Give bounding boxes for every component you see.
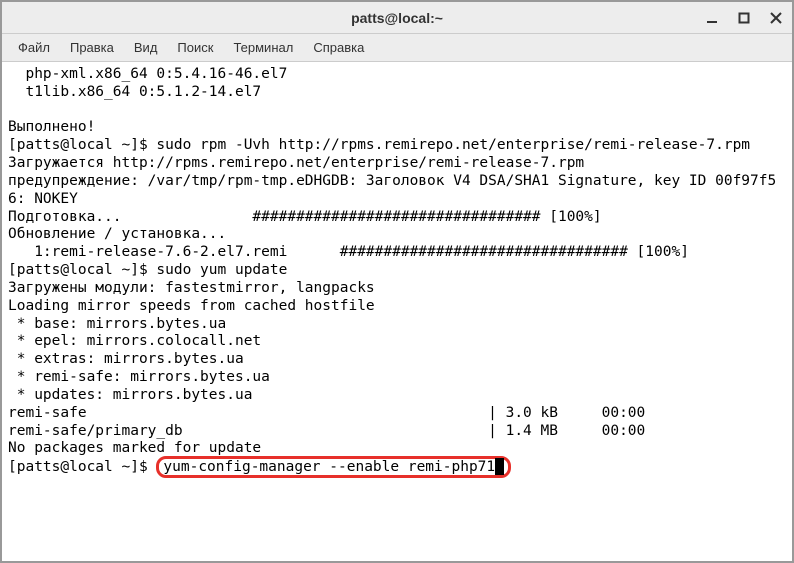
terminal-line: Обновление / установка...: [8, 226, 226, 242]
terminal-line: Подготовка... ##########################…: [8, 209, 602, 225]
terminal-line: * epel: mirrors.colocall.net: [8, 333, 261, 349]
minimize-button[interactable]: [704, 10, 720, 26]
terminal-line: [patts@local ~]$ sudo rpm -Uvh http://rp…: [8, 137, 750, 153]
terminal-line: Loading mirror speeds from cached hostfi…: [8, 298, 375, 314]
close-icon: [770, 12, 782, 24]
menu-view[interactable]: Вид: [126, 36, 166, 59]
close-button[interactable]: [768, 10, 784, 26]
terminal-line: No packages marked for update: [8, 440, 261, 456]
terminal-prompt: [patts@local ~]$: [8, 459, 156, 475]
highlighted-command: yum-config-manager --enable remi-php71: [156, 456, 511, 478]
command-text: yum-config-manager --enable remi-php71: [163, 459, 495, 475]
titlebar: patts@local:~: [2, 2, 792, 34]
terminal-line: Загружены модули: fastestmirror, langpac…: [8, 280, 375, 296]
terminal-line: [patts@local ~]$ sudo yum update: [8, 262, 287, 278]
window-title: patts@local:~: [351, 10, 443, 26]
terminal-line: remi-safe | 3.0 kB 00:00: [8, 405, 645, 421]
terminal-line: php-xml.x86_64 0:5.4.16-46.el7: [8, 66, 287, 82]
terminal-line: t1lib.x86_64 0:5.1.2-14.el7: [8, 84, 261, 100]
terminal-line: * extras: mirrors.bytes.ua: [8, 351, 244, 367]
menu-edit[interactable]: Правка: [62, 36, 122, 59]
terminal-line: * remi-safe: mirrors.bytes.ua: [8, 369, 270, 385]
terminal-line: 1:remi-release-7.6-2.el7.remi ##########…: [8, 244, 689, 260]
cursor: [495, 458, 504, 475]
terminal-output[interactable]: php-xml.x86_64 0:5.4.16-46.el7 t1lib.x86…: [2, 62, 792, 561]
maximize-icon: [738, 12, 750, 24]
terminal-line: предупреждение: /var/tmp/rpm-tmp.eDHGDB:…: [8, 173, 776, 207]
minimize-icon: [706, 12, 718, 24]
menu-terminal[interactable]: Терминал: [225, 36, 301, 59]
menu-help[interactable]: Справка: [305, 36, 372, 59]
menu-search[interactable]: Поиск: [169, 36, 221, 59]
terminal-line: * base: mirrors.bytes.ua: [8, 316, 226, 332]
maximize-button[interactable]: [736, 10, 752, 26]
menubar: Файл Правка Вид Поиск Терминал Справка: [2, 34, 792, 62]
menu-file[interactable]: Файл: [10, 36, 58, 59]
terminal-line: remi-safe/primary_db | 1.4 MB 00:00: [8, 423, 645, 439]
terminal-line: Загружается http://rpms.remirepo.net/ent…: [8, 155, 584, 171]
terminal-line: * updates: mirrors.bytes.ua: [8, 387, 252, 403]
terminal-window: patts@local:~ Файл Правка Вид Поиск Терм…: [2, 2, 792, 561]
window-controls: [704, 2, 784, 33]
terminal-line: Выполнено!: [8, 119, 95, 135]
